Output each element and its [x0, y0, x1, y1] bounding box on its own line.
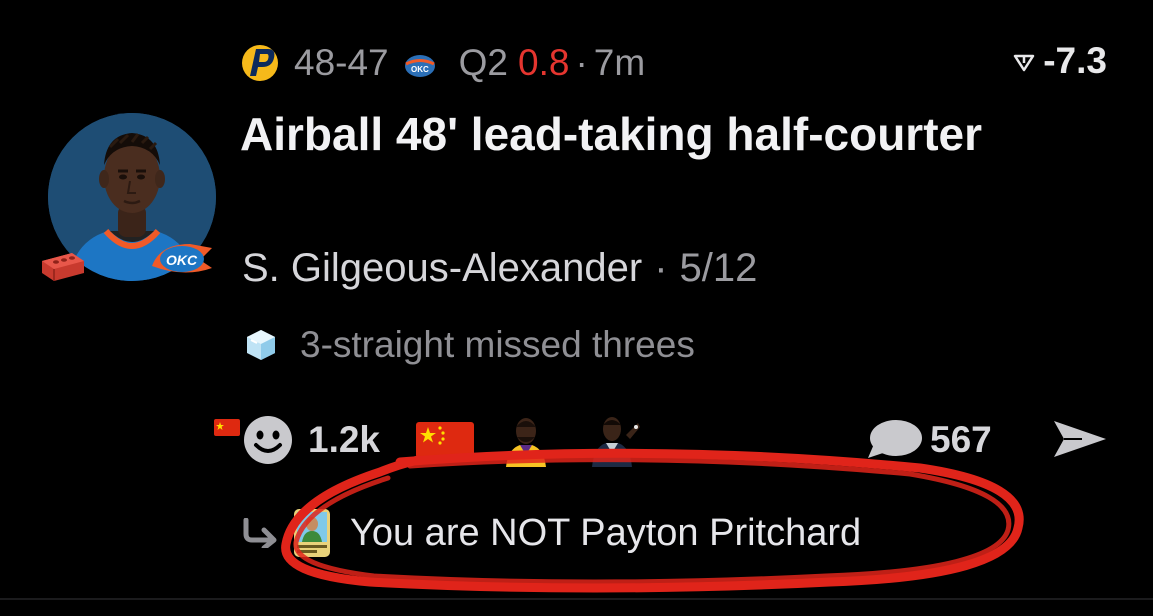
- separator-dot: ·: [575, 42, 588, 83]
- player-stat: 5/12: [679, 246, 758, 290]
- separator-dot: ·: [654, 246, 668, 290]
- china-flag-icon[interactable]: [416, 422, 475, 458]
- streak-row: 3-straight missed threes: [244, 324, 695, 366]
- player-name[interactable]: S. Gilgeous-Alexander: [242, 246, 642, 291]
- lebron-avatar-icon[interactable]: [500, 413, 552, 467]
- spread-value: -7.3: [1043, 40, 1107, 81]
- player-line: S. Gilgeous-Alexander · 5/12: [242, 246, 757, 291]
- score: 48-47: [294, 42, 389, 83]
- thunder-logo-icon: OKC: [403, 48, 437, 78]
- comment-bubble-icon: [864, 418, 924, 462]
- post-headline[interactable]: Airball 48' lead-taking half-courter: [240, 106, 1060, 163]
- reply-arrow-icon: [240, 517, 280, 551]
- comments-button[interactable]: 567: [864, 414, 992, 466]
- funnel-icon: [1013, 40, 1035, 82]
- game-meta-row: 48-47 OKC Q2 0.8 · 7m: [240, 40, 645, 86]
- divider: [0, 598, 1153, 600]
- game-clock: 0.8: [518, 42, 570, 83]
- china-flag-icon: [214, 418, 240, 436]
- player-avatar-icon[interactable]: [588, 413, 641, 467]
- reply-row[interactable]: You are NOT Payton Pritchard: [240, 505, 861, 561]
- ice-cube-icon: [244, 328, 278, 362]
- card-thumbnail-icon: [294, 509, 330, 557]
- time-ago: 7m: [593, 42, 646, 83]
- svg-text:OKC: OKC: [166, 252, 198, 268]
- send-icon[interactable]: [1052, 417, 1108, 461]
- okc-badge-icon: OKC: [150, 238, 214, 280]
- svg-text:OKC: OKC: [411, 65, 429, 74]
- smiley-icon[interactable]: [242, 414, 294, 466]
- brick-icon: [38, 247, 88, 285]
- spread-indicator[interactable]: -7.3: [1013, 40, 1107, 82]
- pacers-logo-icon: [240, 43, 280, 83]
- comment-count: 567: [930, 419, 992, 460]
- game-period: Q2: [458, 42, 508, 83]
- reply-text: You are NOT Payton Pritchard: [350, 511, 862, 554]
- reactions-row: 1.2k: [214, 412, 676, 468]
- reaction-count[interactable]: 1.2k: [308, 419, 380, 461]
- streak-text: 3-straight missed threes: [300, 324, 695, 365]
